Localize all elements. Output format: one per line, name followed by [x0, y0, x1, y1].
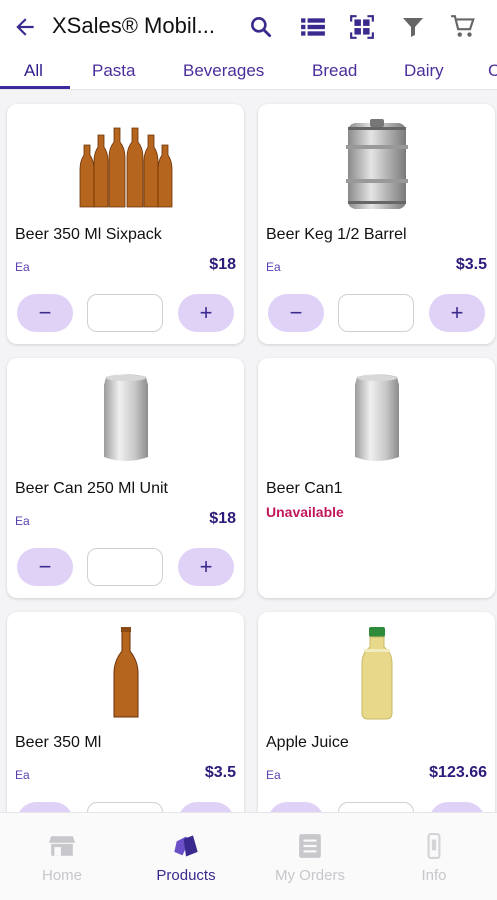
- tab-beverages[interactable]: Beverages: [183, 61, 264, 81]
- product-price: $18: [209, 256, 236, 273]
- increase-quantity-button[interactable]: +: [178, 802, 234, 812]
- store-icon: [47, 831, 77, 861]
- quantity-stepper: − +: [268, 802, 485, 812]
- product-card[interactable]: Beer Can 250 Ml Unit Ea $18 − +: [7, 358, 244, 598]
- decrease-quantity-button[interactable]: −: [268, 294, 324, 332]
- quantity-input[interactable]: [87, 548, 163, 586]
- quantity-stepper: − +: [17, 294, 234, 332]
- decrease-quantity-button[interactable]: −: [17, 802, 73, 812]
- product-name: Beer Can 250 Ml Unit: [15, 480, 168, 497]
- tab-bread[interactable]: Bread: [312, 61, 357, 81]
- active-tab-indicator: [0, 86, 70, 89]
- decrease-quantity-button[interactable]: −: [268, 802, 324, 812]
- beer-bottle-icon: [7, 622, 244, 724]
- app-title: XSales® Mobil...: [52, 13, 215, 38]
- product-card[interactable]: Beer 350 Ml Sixpack Ea $18 − +: [7, 104, 244, 344]
- product-price: $18: [209, 510, 236, 527]
- beer-sixpack-icon: [7, 114, 244, 216]
- filter-icon[interactable]: [398, 12, 428, 42]
- increase-quantity-button[interactable]: +: [178, 294, 234, 332]
- products-icon: [171, 831, 201, 861]
- product-name: Beer Can1: [266, 480, 343, 497]
- product-name: Apple Juice: [266, 734, 349, 751]
- quantity-stepper: − +: [268, 294, 485, 332]
- nav-info[interactable]: Info: [372, 813, 496, 900]
- nav-my-orders[interactable]: My Orders: [248, 813, 372, 900]
- keg-icon: [258, 114, 495, 216]
- qr-code-icon[interactable]: [347, 12, 377, 42]
- cart-icon[interactable]: [448, 12, 478, 42]
- nav-label: My Orders: [274, 867, 345, 884]
- product-card[interactable]: Beer Can1 Unavailable: [258, 358, 495, 598]
- tab-dairy[interactable]: Dairy: [404, 61, 444, 81]
- product-unit: Ea: [15, 260, 30, 274]
- product-grid: Beer 350 Ml Sixpack Ea $18 − + Beer Keg …: [0, 90, 497, 812]
- juice-bottle-icon: [258, 622, 495, 724]
- quantity-input[interactable]: [338, 802, 414, 812]
- tab-pasta[interactable]: Pasta: [92, 61, 135, 81]
- list-view-icon[interactable]: [298, 12, 328, 42]
- nav-home[interactable]: Home: [0, 813, 124, 900]
- product-card[interactable]: Beer Keg 1/2 Barrel Ea $3.5 − +: [258, 104, 495, 344]
- increase-quantity-button[interactable]: +: [429, 802, 485, 812]
- decrease-quantity-button[interactable]: −: [17, 548, 73, 586]
- decrease-quantity-button[interactable]: −: [17, 294, 73, 332]
- quantity-stepper: − +: [17, 802, 234, 812]
- product-price: $3.5: [204, 764, 236, 781]
- quantity-input[interactable]: [338, 294, 414, 332]
- nav-label: Home: [41, 867, 82, 884]
- category-tabs: All Pasta Beverages Bread Dairy C: [0, 52, 497, 90]
- nav-label: Info: [421, 867, 447, 884]
- product-unit: Ea: [15, 514, 30, 528]
- product-price: $123.66: [429, 764, 487, 781]
- product-unit: Ea: [15, 768, 30, 782]
- product-card[interactable]: Beer 350 Ml Ea $3.5 − +: [7, 612, 244, 812]
- app-screen: XSales® Mobil... All Pasta Beverages Bre…: [0, 0, 497, 900]
- can-icon: [7, 368, 244, 470]
- top-app-bar: XSales® Mobil...: [0, 0, 497, 52]
- tab-c[interactable]: C: [488, 61, 497, 81]
- info-icon: [419, 831, 449, 861]
- product-card[interactable]: Apple Juice Ea $123.66 − +: [258, 612, 495, 812]
- product-unit: Ea: [266, 260, 281, 274]
- product-unit: Ea: [266, 768, 281, 782]
- product-name: Beer 350 Ml Sixpack: [15, 226, 162, 243]
- product-price: $3.5: [455, 256, 487, 273]
- can-icon: [258, 368, 495, 470]
- nav-label: Products: [156, 867, 216, 884]
- nav-products[interactable]: Products: [124, 813, 248, 900]
- search-icon[interactable]: [246, 12, 276, 42]
- increase-quantity-button[interactable]: +: [429, 294, 485, 332]
- back-arrow-icon[interactable]: [10, 12, 40, 42]
- bottom-navigation: Home Products My Orders Info: [0, 812, 497, 900]
- product-name: Beer Keg 1/2 Barrel: [266, 226, 407, 243]
- unavailable-status: Unavailable: [266, 504, 344, 520]
- product-name: Beer 350 Ml: [15, 734, 102, 751]
- increase-quantity-button[interactable]: +: [178, 548, 234, 586]
- quantity-input[interactable]: [87, 802, 163, 812]
- orders-icon: [295, 831, 325, 861]
- quantity-input[interactable]: [87, 294, 163, 332]
- tab-all[interactable]: All: [24, 61, 43, 81]
- quantity-stepper: − +: [17, 548, 234, 586]
